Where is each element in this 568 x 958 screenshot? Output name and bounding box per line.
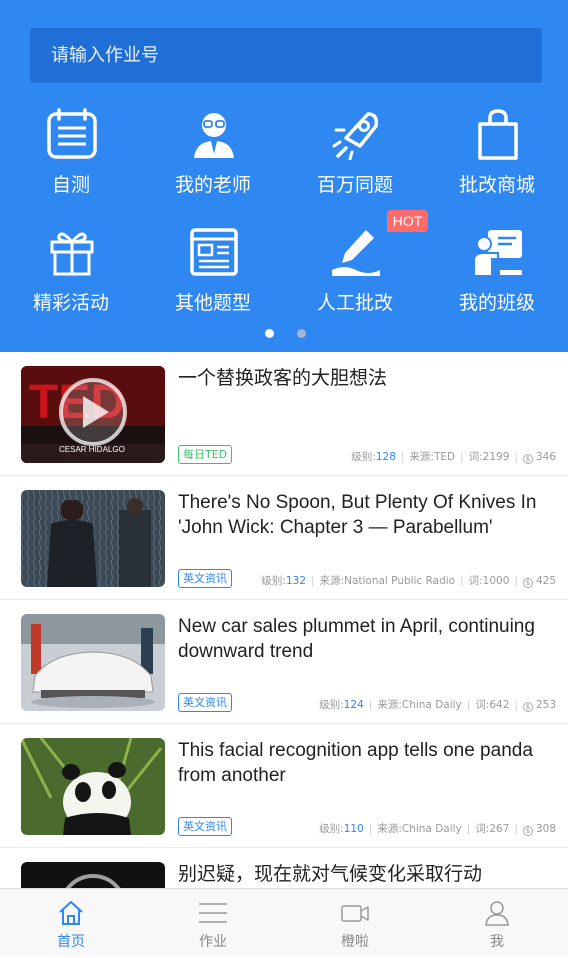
- grid-item-million-questions[interactable]: 百万同题: [284, 108, 426, 204]
- article-thumbnail: TED CESAR HIDALGO: [21, 366, 165, 463]
- article-row[interactable]: New car sales plummet in April, continui…: [0, 600, 568, 724]
- grid-label: 人工批改: [316, 292, 393, 314]
- article-title: New car sales plummet in April, continui…: [178, 616, 535, 662]
- tab-label: 橙啦: [341, 934, 369, 950]
- grid-label: 批改商城: [458, 174, 535, 196]
- grid-item-self-test[interactable]: 自测: [0, 108, 142, 204]
- grid-label: 百万同题: [316, 174, 393, 196]
- article-title: This facial recognition app tells one pa…: [178, 740, 533, 786]
- gift-icon: [50, 232, 94, 276]
- home-icon: [59, 901, 83, 925]
- calendar-icon: [47, 108, 97, 159]
- hot-badge: HOT: [387, 210, 428, 232]
- tab-label: 我: [490, 934, 504, 950]
- tab-me[interactable]: 我: [426, 889, 568, 958]
- grid-item-correction-mall[interactable]: 批改商城: [426, 108, 568, 204]
- grid-item-other-question-types[interactable]: 其他题型: [142, 226, 284, 322]
- article-list: TED CESAR HIDALGO 一个替换政客的大胆想法 每日TED 级别:1…: [0, 352, 568, 888]
- grid-item-activities[interactable]: 精彩活动: [0, 226, 142, 322]
- article-row[interactable]: TED CESAR HIDALGO 一个替换政客的大胆想法 每日TED 级别:1…: [0, 352, 568, 476]
- menu-lines-icon: [199, 903, 227, 923]
- pager-dot-active[interactable]: [265, 329, 274, 338]
- bottom-tab-bar: 首页 作业 橙啦 我: [0, 888, 568, 957]
- thumb-caption: CESAR HIDALGO: [59, 445, 125, 454]
- grid-label: 自测: [51, 174, 90, 196]
- teacher-icon: [194, 113, 234, 158]
- article-meta: 级别:132 | 来源:National Public Radio | 词:1000 | $…: [261, 575, 556, 588]
- grid-label: 其他题型: [174, 292, 251, 314]
- grid-label: 我的老师: [174, 174, 251, 196]
- grid-label: 精彩活动: [32, 292, 109, 314]
- article-tag: 英文资讯: [178, 817, 232, 836]
- class-board-icon: [473, 230, 522, 277]
- article-row[interactable]: This facial recognition app tells one pa…: [0, 724, 568, 848]
- grid-label: 我的班级: [458, 292, 535, 314]
- article-meta: 级别:124 | 来源:China Daily | 词:642 | $253: [319, 699, 556, 712]
- grid-item-my-teacher[interactable]: 我的老师: [142, 108, 284, 204]
- article-row[interactable]: There's No Spoon, But Plenty Of Knives I…: [0, 476, 568, 600]
- article-tag: 每日TED: [178, 445, 233, 464]
- article-thumbnail: [21, 738, 165, 835]
- pager-dot[interactable]: [297, 329, 306, 338]
- tab-chengla[interactable]: 橙啦: [284, 889, 426, 958]
- tab-homework[interactable]: 作业: [142, 889, 284, 958]
- tab-label: 首页: [57, 934, 85, 950]
- article-thumbnail: [21, 614, 165, 711]
- article-thumbnail: [21, 490, 165, 587]
- coin-icon: $: [522, 702, 533, 712]
- article-title: There's No Spoon, But Plenty Of Knives I…: [178, 492, 537, 538]
- grid-item-manual-correction[interactable]: 人工批改: [284, 226, 426, 322]
- tab-home[interactable]: 首页: [0, 889, 142, 958]
- user-icon: [485, 901, 509, 926]
- shopping-bag-icon: [478, 109, 518, 160]
- header-panel: 请输入作业号 自测 我的老师 百万同题 批改商城 精彩活动 其他题型 人工批改 …: [0, 0, 568, 352]
- article-title: 一个替换政客的大胆想法: [178, 368, 388, 389]
- homework-id-search-input[interactable]: 请输入作业号: [30, 28, 542, 83]
- article-tag: 英文资讯: [178, 569, 232, 588]
- article-meta: 级别:110 | 来源:China Daily | 词:267 | $308: [319, 823, 556, 836]
- coin-icon: $: [522, 826, 533, 836]
- document-icon: [190, 228, 238, 276]
- article-row[interactable]: 别迟疑，现在就对气候变化采取行动: [0, 848, 568, 888]
- tab-label: 作业: [199, 934, 227, 950]
- article-tag: 英文资讯: [178, 693, 232, 712]
- article-thumbnail: [21, 862, 165, 888]
- article-meta: 级别:128 | 来源:TED | 词:2199 | $346: [351, 451, 556, 464]
- article-title: 别迟疑，现在就对气候变化采取行动: [178, 864, 483, 885]
- pen-icon: [332, 230, 380, 276]
- coin-icon: $: [522, 578, 533, 588]
- grid-item-my-class[interactable]: 我的班级: [426, 226, 568, 322]
- coin-icon: $: [522, 454, 533, 464]
- rocket-icon: [332, 112, 379, 160]
- video-camera-icon: [341, 905, 369, 922]
